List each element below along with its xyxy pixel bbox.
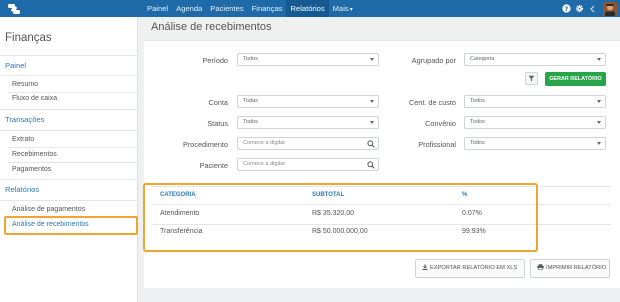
chevron-down-icon [597,100,601,103]
procedimento-input[interactable]: Comece a digitar [237,137,379,150]
divider [8,147,138,148]
highlight-box [143,183,538,252]
sidebar-section-painel[interactable]: Painel [5,61,26,70]
procedimento-placeholder: Comece a digitar [243,140,286,146]
status-label: Status [207,119,228,128]
caret-down-icon: ▾ [349,7,353,13]
conta-select[interactable]: Todas [237,95,379,108]
profissional-select[interactable]: Todos [464,137,606,150]
convenio-label: Convênio [425,119,456,128]
gear-icon[interactable] [573,0,586,17]
chevron-down-icon [370,121,374,124]
print-report-label: IMPRIMIR RELATÓRIO [546,265,607,271]
print-report-button[interactable]: IMPRIMIR RELATÓRIO [530,259,610,278]
top-right-actions: ? [560,0,620,17]
status-select[interactable]: Todos [237,116,379,129]
download-icon [422,264,428,270]
app-logo-icon[interactable] [0,0,28,17]
divider [0,75,138,76]
conta-label: Conta [208,98,228,107]
centro-de-custo-select[interactable]: Todos [464,95,606,108]
status-value: Todos [243,119,258,125]
convenio-select[interactable]: Todos [464,116,606,129]
divider [0,179,138,180]
sidebar-item-extrato[interactable]: Extrato [12,136,34,143]
profissional-value: Todos [470,140,485,146]
periodo-select[interactable]: Todos [237,53,379,66]
search-icon [367,161,375,174]
sidebar-section-transacoes[interactable]: Transações [5,115,44,124]
paciente-label: Paciente [199,161,228,170]
sidebar-section-relatorios[interactable]: Relatórios [5,185,39,194]
paciente-placeholder: Comece a digitar [243,161,286,167]
sidebar-item-fluxo-de-caixa[interactable]: Fluxo de caixa [12,95,57,102]
highlight-box [4,216,138,235]
sidebar: Finanças Painel Resumo Fluxo de caixa Tr… [0,17,138,302]
sidebar-item-recebimentos[interactable]: Recebimentos [12,151,57,158]
search-icon [367,140,375,153]
sidebar-title: Finanças [5,32,52,44]
help-icon[interactable]: ? [560,0,573,17]
sidebar-item-pagamentos[interactable]: Pagamentos [12,166,51,173]
profissional-label: Profissional [418,140,456,149]
sidebar-item-resumo[interactable]: Resumo [12,81,38,88]
divider [0,109,138,110]
nav-relatorios[interactable]: Relatórios [286,0,329,17]
agrupado-por-select[interactable]: Categoria [464,53,606,66]
export-xls-label: EXPORTAR RELATÓRIO EM XLS [430,265,518,271]
svg-text:?: ? [565,6,569,13]
generate-report-button[interactable]: GERAR RELATÓRIO [545,72,606,86]
main-nav: Painel Agenda Pacientes Finanças Relatór… [143,0,357,17]
nav-financas[interactable]: Finanças [248,0,287,17]
centro-de-custo-label: Cent. de custo [408,98,456,107]
conta-value: Todas [243,98,258,104]
paciente-input[interactable]: Comece a digitar [237,158,379,171]
divider [0,130,138,131]
periodo-value: Todos [243,56,258,62]
nav-mais-label: Mais [332,4,349,13]
divider [8,162,138,163]
convenio-value: Todos [470,119,485,125]
top-navbar: Painel Agenda Pacientes Finanças Relatór… [0,0,620,17]
chevron-down-icon [370,58,374,61]
chevron-down-icon [597,142,601,145]
divider [8,92,138,93]
chevron-down-icon [597,58,601,61]
user-avatar[interactable] [603,1,617,16]
agrupado-por-label: Agrupado por [411,56,456,65]
export-xls-button[interactable]: EXPORTAR RELATÓRIO EM XLS [415,259,525,278]
divider [0,55,138,56]
agrupado-por-value: Categoria [470,56,495,62]
page-title: Análise de recebimentos [151,21,272,33]
filter-button[interactable] [525,72,538,85]
nav-mais[interactable]: Mais▾ [329,0,357,17]
filter-icon [528,75,535,82]
centro-de-custo-value: Todos [470,98,485,104]
divider [0,200,138,201]
chevron-down-icon [370,100,374,103]
nav-agenda[interactable]: Agenda [172,0,206,17]
nav-pacientes[interactable]: Pacientes [206,0,247,17]
print-icon [537,264,544,270]
nav-painel[interactable]: Painel [143,0,172,17]
sidebar-item-analise-de-pagamentos[interactable]: Análise de pagamentos [12,206,85,213]
periodo-label: Período [202,56,228,65]
chevron-down-icon [597,121,601,124]
procedimento-label: Procedimento [182,140,228,149]
chevron-left-icon[interactable] [586,0,599,17]
